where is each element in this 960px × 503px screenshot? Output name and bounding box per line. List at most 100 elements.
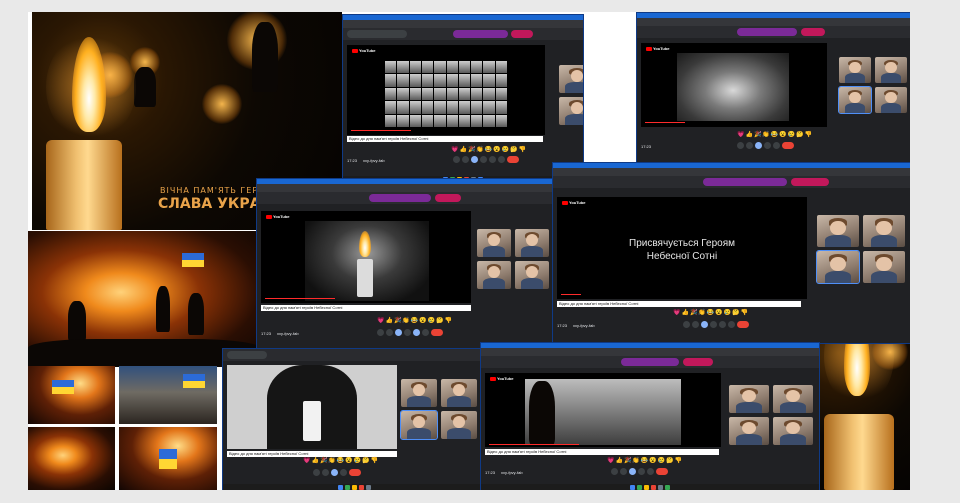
raise-hand-button[interactable] — [480, 156, 487, 163]
participant-tile[interactable] — [515, 261, 549, 289]
participant-tile[interactable] — [839, 57, 871, 83]
video-progress-bar[interactable] — [351, 130, 411, 131]
participant-tile[interactable] — [875, 57, 907, 83]
youtube-player[interactable] — [227, 365, 397, 449]
browser-tab-bar[interactable] — [553, 168, 910, 176]
browser-tab-bar[interactable] — [481, 348, 819, 356]
present-button[interactable] — [489, 156, 496, 163]
participant-tile[interactable] — [477, 229, 511, 257]
camera-button[interactable] — [620, 468, 627, 475]
camera-button[interactable] — [322, 469, 329, 476]
participant-tile[interactable] — [863, 251, 905, 283]
browser-tab-bar[interactable] — [637, 18, 910, 26]
reactions-bar[interactable]: 💗👍🎉👏😂😮😢🤔👎 — [377, 317, 453, 324]
meet-window-portraits: YouTube Відео до дня пам'яті героїв Небе… — [342, 14, 584, 184]
end-call-button[interactable] — [349, 469, 361, 476]
browser-tab-bar[interactable] — [257, 184, 553, 192]
reactions-bar[interactable]: 💗👍🎉👏😂😮😢🤔👎 — [737, 131, 813, 138]
protester-silhouette — [252, 22, 278, 92]
camera-button[interactable] — [692, 321, 699, 328]
meet-window-girl: Відео до дня пам'яті героїв Небесної Сот… — [222, 348, 486, 490]
participant-tile[interactable] — [441, 379, 477, 407]
participant-tile[interactable] — [729, 385, 769, 413]
participant-tile[interactable] — [477, 261, 511, 289]
mic-button[interactable] — [453, 156, 460, 163]
notification-chip[interactable] — [683, 358, 713, 366]
youtube-player[interactable]: YouTube — [485, 373, 721, 447]
candle-wax — [824, 414, 894, 490]
mic-button[interactable] — [683, 321, 690, 328]
mic-button[interactable] — [611, 468, 618, 475]
notification-chip[interactable] — [369, 194, 431, 202]
video-progress-bar[interactable] — [265, 298, 335, 299]
bookmark-chip[interactable] — [227, 351, 267, 359]
mic-button[interactable] — [737, 142, 744, 149]
end-call-button[interactable] — [431, 329, 443, 336]
captions-button[interactable] — [331, 469, 338, 476]
captions-button[interactable] — [395, 329, 402, 336]
mic-button[interactable] — [377, 329, 384, 336]
video-progress-bar[interactable] — [561, 294, 581, 295]
more-options-button[interactable] — [498, 156, 505, 163]
participant-tile[interactable] — [441, 411, 477, 439]
participant-tile[interactable] — [515, 229, 549, 257]
participant-tile[interactable] — [400, 410, 438, 440]
youtube-player[interactable]: YouTube Присвячується Героям Небесної Со… — [557, 197, 807, 299]
end-call-button[interactable] — [782, 142, 794, 149]
participant-tile[interactable] — [401, 379, 437, 407]
raise-hand-button[interactable] — [638, 468, 645, 475]
youtube-player[interactable]: YouTube — [261, 211, 471, 303]
end-call-button[interactable] — [507, 156, 519, 163]
notification-chip[interactable] — [621, 358, 679, 366]
notification-chip[interactable] — [791, 178, 829, 186]
participant-tile[interactable] — [875, 87, 907, 113]
raise-hand-button[interactable] — [340, 469, 347, 476]
participant-tile[interactable] — [863, 215, 905, 247]
youtube-player[interactable]: YouTube — [347, 45, 545, 135]
participant-tile[interactable] — [816, 250, 860, 284]
present-button[interactable] — [647, 468, 654, 475]
reactions-bar[interactable]: 💗👍🎉👏😂😮😢🤔👎 — [303, 457, 379, 464]
bookmark-chip[interactable] — [347, 30, 407, 38]
raise-hand-button[interactable] — [710, 321, 717, 328]
protest-photo-1 — [28, 366, 115, 424]
raise-hand-button[interactable] — [764, 142, 771, 149]
participant-tile[interactable] — [773, 417, 813, 445]
participant-tile[interactable] — [559, 97, 583, 125]
notification-chip[interactable] — [435, 194, 461, 202]
more-options-button[interactable] — [422, 329, 429, 336]
participant-tile[interactable] — [773, 385, 813, 413]
camera-button[interactable] — [462, 156, 469, 163]
present-button[interactable] — [719, 321, 726, 328]
youtube-player[interactable]: YouTube — [641, 43, 827, 127]
reactions-bar[interactable]: 💗👍🎉👏😂😮😢🤔👎 — [607, 457, 683, 464]
notification-chip[interactable] — [737, 28, 797, 36]
reactions-bar[interactable]: 💗👍🎉👏😂😮😢🤔👎 — [673, 309, 749, 316]
notification-chip[interactable] — [703, 178, 787, 186]
end-call-button[interactable] — [656, 468, 668, 475]
browser-tab-bar[interactable] — [343, 20, 583, 28]
notification-chip[interactable] — [511, 30, 533, 38]
reactions-bar[interactable]: 💗👍🎉👏😂😮😢🤔👎 — [451, 146, 527, 153]
participant-tile[interactable] — [817, 215, 859, 247]
participant-tile[interactable] — [838, 86, 872, 114]
participant-tile[interactable] — [729, 417, 769, 445]
ukrainian-flag — [52, 380, 74, 394]
captions-button[interactable] — [629, 468, 636, 475]
camera-button[interactable] — [386, 329, 393, 336]
present-button[interactable] — [413, 329, 420, 336]
participant-tile[interactable] — [559, 65, 583, 93]
video-progress-bar[interactable] — [489, 444, 579, 445]
captions-button[interactable] — [471, 156, 478, 163]
notification-chip[interactable] — [801, 28, 825, 36]
captions-button[interactable] — [701, 321, 708, 328]
mic-button[interactable] — [313, 469, 320, 476]
end-call-button[interactable] — [737, 321, 749, 328]
video-progress-bar[interactable] — [645, 122, 685, 123]
present-button[interactable] — [773, 142, 780, 149]
captions-button[interactable] — [755, 142, 762, 149]
raise-hand-button[interactable] — [404, 329, 411, 336]
notification-chip[interactable] — [453, 30, 508, 38]
camera-button[interactable] — [746, 142, 753, 149]
more-options-button[interactable] — [728, 321, 735, 328]
